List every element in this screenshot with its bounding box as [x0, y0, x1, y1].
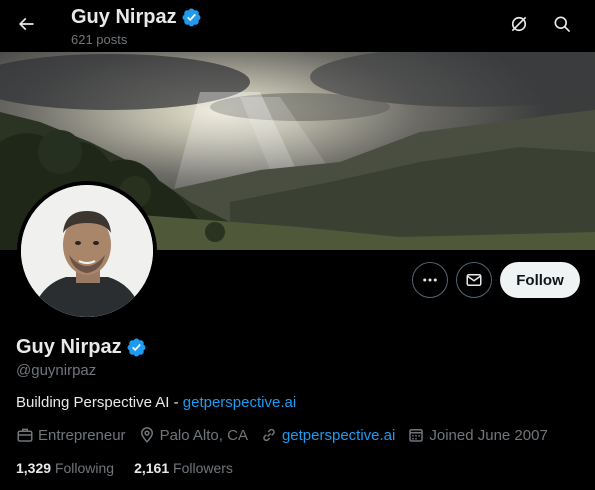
bio-link[interactable]: getperspective.ai: [183, 394, 296, 411]
profile-meta: Entrepreneur Palo Alto, CA getperspectiv…: [16, 426, 560, 444]
more-button[interactable]: [412, 262, 448, 298]
header-name: Guy Nirpaz: [71, 6, 177, 28]
profile-name-row: Guy Nirpaz: [16, 336, 147, 359]
following-link[interactable]: 1,329 Following: [16, 460, 114, 476]
header-name-row: Guy Nirpaz: [71, 6, 202, 29]
search-button[interactable]: [544, 6, 580, 42]
meta-location: Palo Alto, CA: [138, 426, 248, 444]
profile-avatar[interactable]: [17, 181, 157, 321]
following-label: Following: [54, 460, 115, 476]
back-button[interactable]: [8, 6, 44, 42]
avatar-photo: [21, 185, 153, 317]
profile-handle: @guynirpaz: [16, 362, 97, 379]
more-icon: [423, 278, 437, 282]
briefcase-icon: [17, 428, 33, 442]
following-count: 1,329: [16, 460, 52, 476]
follow-button[interactable]: Follow: [500, 262, 580, 298]
location-icon: [140, 427, 153, 443]
meta-website-link[interactable]: getperspective.ai: [282, 427, 395, 444]
message-button[interactable]: [456, 262, 492, 298]
verified-badge-icon: [182, 8, 201, 27]
meta-location-text: Palo Alto, CA: [159, 426, 248, 444]
profile-stats: 1,329 Following 2,161 Followers: [16, 460, 253, 476]
profile-bio: Building Perspective AI - getperspective…: [16, 394, 296, 411]
followers-count: 2,161: [134, 460, 170, 476]
meta-website[interactable]: getperspective.ai: [260, 426, 395, 444]
followers-link[interactable]: 2,161 Followers: [134, 460, 233, 476]
bio-text: Building Perspective AI -: [16, 394, 183, 411]
followers-label: Followers: [173, 460, 233, 476]
top-bar: Guy Nirpaz 621 posts: [0, 0, 595, 52]
message-icon: [466, 274, 482, 286]
back-arrow-icon: [18, 17, 34, 31]
meta-category: Entrepreneur: [16, 426, 126, 444]
link-icon: [263, 428, 275, 442]
profile-name: Guy Nirpaz: [16, 336, 122, 358]
grok-icon: [511, 16, 527, 32]
calendar-icon: [409, 429, 424, 442]
meta-joined-text: Joined June 2007: [429, 426, 548, 444]
meta-joined: Joined June 2007: [407, 426, 548, 444]
meta-category-text: Entrepreneur: [38, 426, 126, 444]
grok-button[interactable]: [501, 6, 537, 42]
search-icon: [554, 16, 570, 32]
verified-badge-icon[interactable]: [126, 337, 147, 358]
header-post-count: 621 posts: [71, 32, 128, 47]
